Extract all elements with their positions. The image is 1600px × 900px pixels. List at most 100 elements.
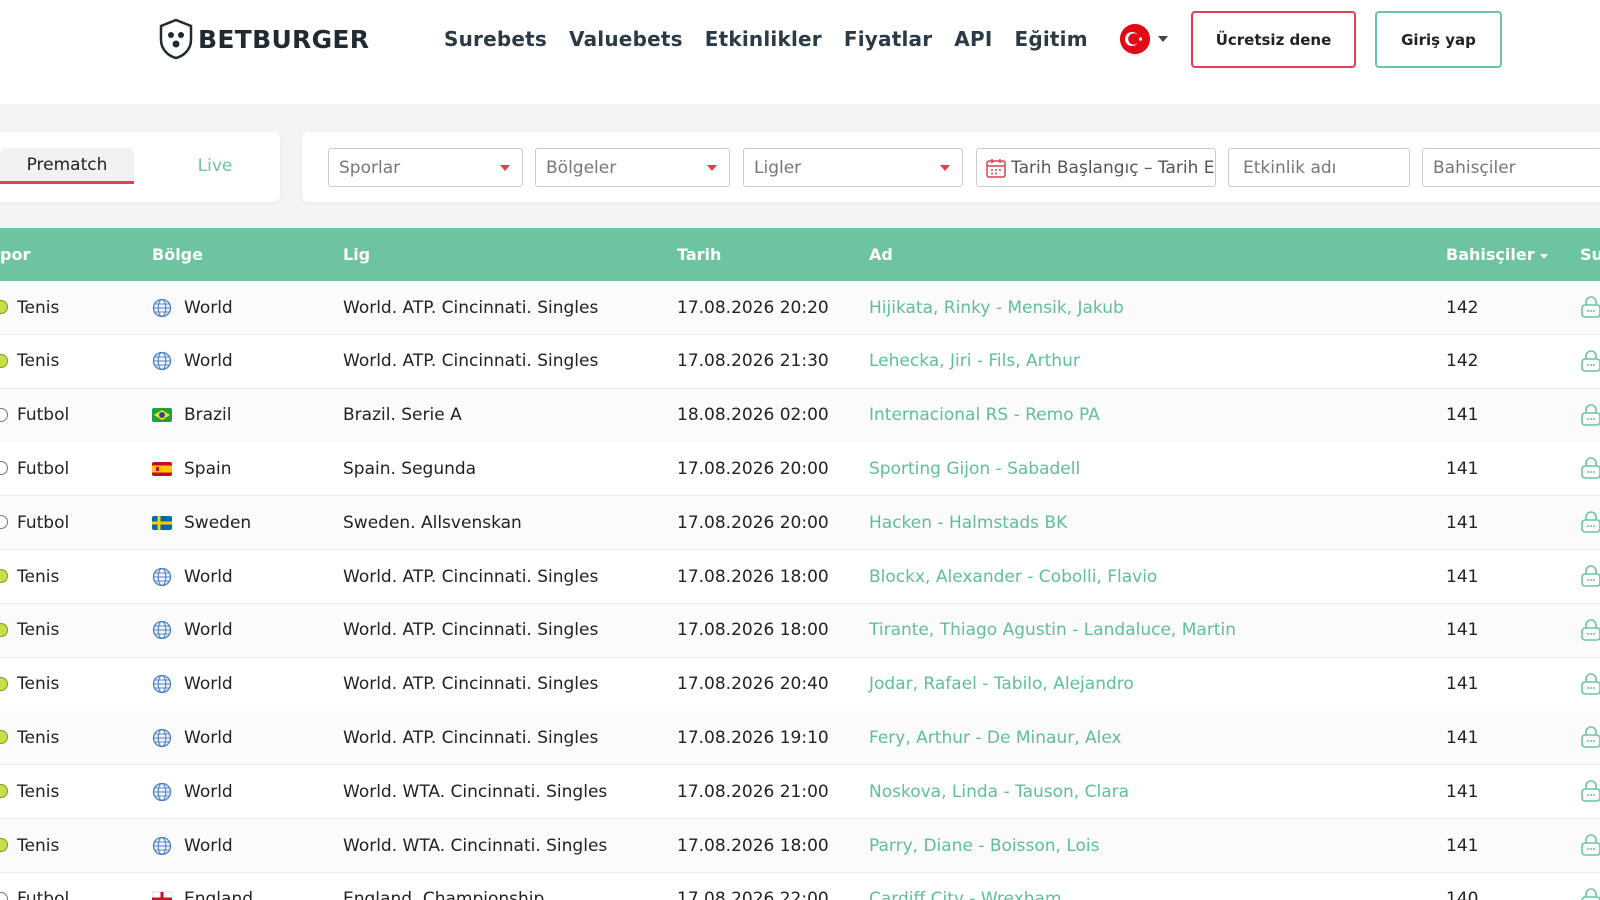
betburger-logo[interactable]: BETBURGER — [158, 18, 369, 60]
language-selector[interactable] — [1120, 24, 1168, 54]
sports-select[interactable]: Sporlar — [328, 148, 523, 187]
cell-region-label: World — [184, 781, 233, 802]
calendar-icon — [986, 158, 1006, 178]
leagues-select[interactable]: Ligler — [743, 148, 963, 187]
column-header-name[interactable]: Ad — [869, 228, 893, 281]
table-row[interactable]: Futbol England England. Championship 17.08.… — [0, 872, 1600, 900]
column-header-sport[interactable]: por — [0, 228, 30, 281]
cell-date: 17.08.2026 18:00 — [677, 835, 829, 856]
globe-icon — [152, 674, 172, 694]
table-row[interactable]: Tenis World World. WTA. Cincinnati. Single… — [0, 819, 1600, 873]
table-row[interactable]: Tenis World World. ATP. Cincinnati. Single… — [0, 334, 1600, 389]
cell-bookmakers-count: 142 — [1446, 351, 1479, 372]
table-row[interactable]: Tenis World World. WTA. Cincinnati. Single… — [0, 765, 1600, 820]
top-header: BETBURGER Surebets Valuebets Etkinlikler… — [0, 0, 1600, 104]
table-row[interactable]: Tenis World World. ATP. Cincinnati. Single… — [0, 281, 1600, 335]
logo-text: BETBURGER — [198, 24, 370, 54]
tennis-ball-icon — [0, 569, 8, 583]
table-row[interactable]: Tenis World World. ATP. Cincinnati. Single… — [0, 550, 1600, 604]
lock-icon[interactable] — [1580, 725, 1600, 749]
tab-prematch[interactable]: Prematch — [0, 148, 134, 184]
cell-bookmakers-count: 141 — [1446, 835, 1479, 856]
bookmakers-select[interactable]: Bahisçiler — [1422, 148, 1600, 187]
cell-region-label: Sweden — [184, 512, 252, 533]
cell-event-link[interactable]: Blockx, Alexander - Cobolli, Flavio — [869, 550, 1157, 603]
column-header-date[interactable]: Tarih — [677, 228, 721, 281]
date-range-input[interactable]: Tarih Başlangıç – Tarih E — [976, 148, 1216, 187]
table-row[interactable]: Tenis World World. ATP. Cincinnati. Single… — [0, 603, 1600, 658]
cell-region-label: World — [184, 674, 233, 695]
column-header-extra[interactable]: Su — [1580, 228, 1600, 281]
cell-region: World — [152, 335, 233, 388]
logo-shield-icon — [159, 18, 193, 60]
table-row[interactable]: Futbol Brazil Brazil. Serie A 18.08.2026 02… — [0, 388, 1600, 443]
cell-region: England — [151, 873, 253, 900]
event-name-input[interactable]: Etkinlik adı — [1228, 148, 1410, 187]
cell-event-link[interactable]: Fery, Arthur - De Minaur, Alex — [869, 711, 1122, 764]
column-header-league[interactable]: Lig — [343, 228, 370, 281]
cell-event-link[interactable]: Lehecka, Jiri - Fils, Arthur — [869, 335, 1080, 388]
globe-icon — [152, 728, 172, 748]
lock-icon[interactable] — [1580, 403, 1600, 427]
cell-event-link[interactable]: Jodar, Rafael - Tabilo, Alejandro — [869, 658, 1134, 711]
leagues-select-label: Ligler — [754, 157, 802, 178]
cell-event-link[interactable]: Sporting Gijon - Sabadell — [869, 442, 1080, 495]
tennis-ball-icon — [0, 676, 8, 691]
tab-live[interactable]: Live — [160, 148, 270, 184]
cell-event-link[interactable]: Parry, Diane - Boisson, Lois — [869, 819, 1100, 872]
cell-league: World. ATP. Cincinnati. Singles — [343, 727, 599, 748]
chevron-down-icon — [707, 165, 717, 171]
filters-bar: Sporlar Bölgeler Ligler Tarih Başlangıç … — [302, 132, 1600, 202]
login-button[interactable]: Giriş yap — [1375, 11, 1502, 68]
regions-select[interactable]: Bölgeler — [535, 148, 730, 187]
cell-sport: Futbol — [17, 405, 70, 426]
cell-event-link[interactable]: Tirante, Thiago Agustin - Landaluce, Mar… — [869, 604, 1236, 657]
cell-league: World. WTA. Cincinnati. Singles — [343, 835, 608, 856]
cell-sport: Tenis — [17, 351, 60, 372]
lock-icon[interactable] — [1580, 779, 1600, 803]
nav-valuebets[interactable]: Valuebets — [569, 27, 683, 51]
tennis-ball-icon — [0, 730, 8, 745]
cell-bookmakers-count: 141 — [1446, 781, 1479, 802]
nav-etkinlikler[interactable]: Etkinlikler — [705, 27, 822, 51]
column-header-region[interactable]: Bölge — [152, 228, 203, 281]
cell-event-link[interactable]: Hijikata, Rinky - Mensik, Jakub — [869, 281, 1124, 334]
football-icon — [0, 461, 8, 476]
bookmakers-select-label: Bahisçiler — [1433, 157, 1516, 178]
lock-icon[interactable] — [1580, 833, 1600, 857]
table-row[interactable]: Futbol Sweden Sweden. Allsvenskan 17.08.202… — [0, 496, 1600, 551]
nav-surebets[interactable]: Surebets — [444, 27, 547, 51]
nav-egitim[interactable]: Eğitim — [1014, 27, 1087, 51]
lock-icon[interactable] — [1580, 564, 1600, 588]
cell-league: World. ATP. Cincinnati. Singles — [343, 620, 599, 641]
cell-date: 18.08.2026 02:00 — [677, 405, 829, 426]
tennis-ball-icon — [0, 622, 8, 637]
try-free-button[interactable]: Ücretsiz dene — [1191, 11, 1356, 68]
cell-event-link[interactable]: Hacken - Halmstads BK — [869, 496, 1067, 549]
cell-date: 17.08.2026 18:00 — [677, 620, 829, 641]
cell-region: Sweden — [152, 496, 251, 549]
nav-api[interactable]: API — [954, 27, 992, 51]
lock-icon[interactable] — [1580, 618, 1600, 642]
lock-icon[interactable] — [1580, 887, 1600, 900]
column-header-bookmakers[interactable]: Bahisçiler — [1446, 228, 1548, 281]
lock-icon[interactable] — [1580, 349, 1600, 373]
cell-league: Brazil. Serie A — [343, 405, 462, 426]
cell-date: 17.08.2026 22:00 — [677, 889, 829, 900]
lock-icon[interactable] — [1580, 456, 1600, 480]
nav-fiyatlar[interactable]: Fiyatlar — [844, 27, 932, 51]
chevron-down-icon — [500, 165, 510, 171]
football-icon — [0, 407, 8, 422]
globe-icon — [152, 567, 172, 587]
cell-event-link[interactable]: Cardiff City - Wrexham — [869, 873, 1062, 900]
lock-icon[interactable] — [1580, 672, 1600, 696]
cell-event-link[interactable]: Internacional RS - Remo PA — [869, 389, 1100, 442]
cell-event-link[interactable]: Noskova, Linda - Tauson, Clara — [869, 765, 1129, 818]
table-row[interactable]: Tenis World World. ATP. Cincinnati. Single… — [0, 711, 1600, 766]
cell-bookmakers-count: 141 — [1446, 674, 1479, 695]
cell-date: 17.08.2026 20:00 — [677, 458, 829, 479]
table-row[interactable]: Futbol Spain Spain. Segunda 17.08.2026 20:0… — [0, 442, 1600, 497]
table-row[interactable]: Tenis World World. ATP. Cincinnati. Single… — [0, 657, 1600, 712]
lock-icon[interactable] — [1580, 510, 1600, 534]
lock-icon[interactable] — [1580, 295, 1600, 319]
